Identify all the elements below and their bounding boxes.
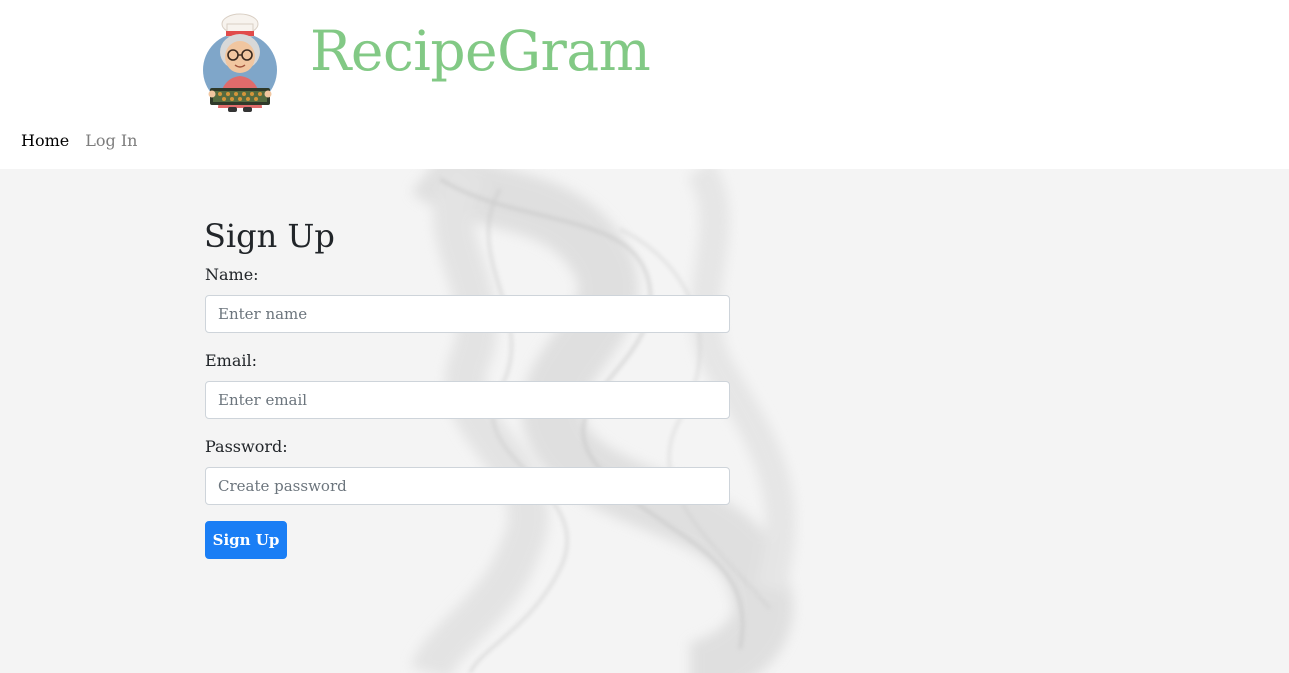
- password-input[interactable]: [205, 467, 730, 505]
- nav-link-home[interactable]: Home: [21, 130, 69, 152]
- smoke-background-decoration: [410, 169, 796, 673]
- email-label: Email:: [205, 351, 258, 370]
- grandma-chef-logo-icon: [203, 13, 277, 112]
- main-nav: Home Log In: [21, 130, 137, 152]
- nav-link-log-in[interactable]: Log In: [85, 130, 137, 152]
- form-title: Sign Up: [204, 217, 335, 255]
- name-label: Name:: [205, 265, 259, 284]
- site-header: RecipeGram Home Log In: [0, 0, 1289, 169]
- email-input[interactable]: [205, 381, 730, 419]
- name-input[interactable]: [205, 295, 730, 333]
- sign-up-button[interactable]: Sign Up: [205, 521, 287, 559]
- password-label: Password:: [205, 437, 288, 456]
- signup-section: Sign Up Name: Email: Password: Sign Up: [0, 169, 1289, 673]
- brand-title[interactable]: RecipeGram: [310, 18, 651, 84]
